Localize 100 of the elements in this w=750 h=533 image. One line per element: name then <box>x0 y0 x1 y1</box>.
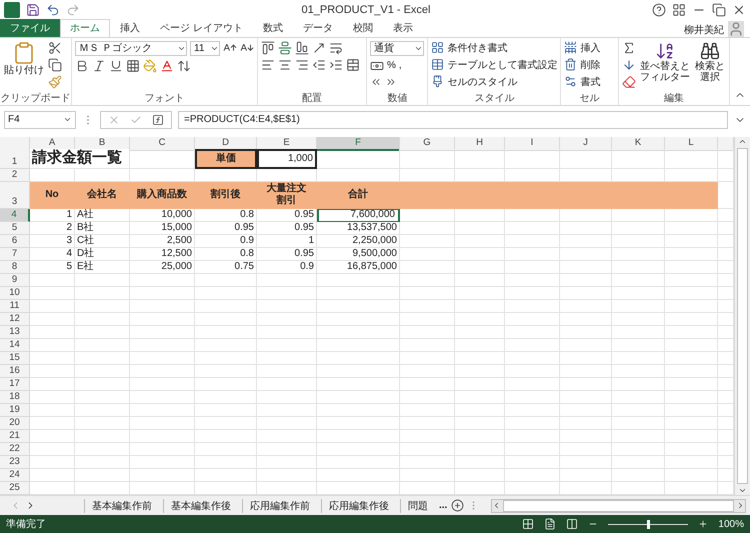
table-cell[interactable] <box>455 208 505 222</box>
table-cell[interactable] <box>455 378 505 391</box>
increase-indent-icon[interactable] <box>329 58 343 72</box>
align-center-icon[interactable] <box>278 58 292 72</box>
font-color-icon[interactable] <box>160 58 174 73</box>
table-cell[interactable]: C社 <box>75 234 130 248</box>
table-cell[interactable] <box>400 286 455 300</box>
table-cell[interactable] <box>400 222 455 235</box>
table-cell[interactable] <box>317 430 400 443</box>
table-cell[interactable] <box>612 416 665 430</box>
fill-icon[interactable] <box>622 58 636 72</box>
table-cell[interactable] <box>257 378 317 391</box>
save-icon[interactable] <box>26 2 40 17</box>
table-cell[interactable] <box>505 300 560 313</box>
table-cell[interactable] <box>195 312 257 326</box>
table-cell[interactable] <box>505 286 560 300</box>
table-cell[interactable] <box>195 364 257 378</box>
table-cell[interactable] <box>317 300 400 313</box>
ribbon-display-icon[interactable] <box>672 2 686 17</box>
file-tab[interactable]: ファイル <box>0 18 60 37</box>
format-icon[interactable] <box>564 75 578 88</box>
column-header[interactable]: I <box>505 136 560 151</box>
table-cell[interactable] <box>560 352 612 365</box>
table-cell[interactable] <box>130 404 195 417</box>
table-cell[interactable] <box>612 326 665 339</box>
row-header[interactable]: 9 <box>0 274 30 287</box>
table-cell[interactable] <box>195 274 257 287</box>
table-cell[interactable] <box>665 260 718 274</box>
table-cell[interactable] <box>560 456 612 469</box>
table-cell[interactable] <box>317 286 400 300</box>
table-cell[interactable] <box>560 390 612 404</box>
table-cell[interactable] <box>560 468 612 482</box>
row-header[interactable]: 6 <box>0 234 30 248</box>
table-cell[interactable] <box>612 468 665 482</box>
table-cell[interactable] <box>560 274 612 287</box>
style-menu-button[interactable]: 条件付き書式 <box>447 40 508 55</box>
table-cell[interactable] <box>257 456 317 469</box>
table-cell[interactable] <box>75 378 130 391</box>
table-cell[interactable] <box>455 390 505 404</box>
table-cell[interactable] <box>665 364 718 378</box>
table-cell[interactable] <box>505 234 560 248</box>
table-cell[interactable] <box>665 286 718 300</box>
number-format-field[interactable]: 通貨 <box>370 40 424 56</box>
table-cell[interactable] <box>612 208 665 222</box>
table-cell[interactable] <box>75 404 130 417</box>
table-cell[interactable] <box>195 468 257 482</box>
cut-icon[interactable] <box>48 40 62 55</box>
table-cell[interactable] <box>665 222 718 235</box>
table-cell[interactable] <box>400 352 455 365</box>
table-cell[interactable] <box>317 390 400 404</box>
table-cell[interactable] <box>505 148 560 169</box>
row-header[interactable]: 25 <box>0 482 30 495</box>
table-cell[interactable] <box>505 430 560 443</box>
table-cell[interactable] <box>30 286 75 300</box>
table-cell[interactable] <box>75 442 130 456</box>
table-cell[interactable]: 0.75 <box>195 260 257 274</box>
ribbon-tab[interactable]: ページ レイアウト <box>150 18 253 37</box>
table-cell[interactable] <box>195 456 257 469</box>
table-cell[interactable] <box>612 430 665 443</box>
table-cell[interactable] <box>665 416 718 430</box>
row-header[interactable]: 17 <box>0 378 30 391</box>
row-header[interactable]: 20 <box>0 416 30 430</box>
table-cell[interactable] <box>400 234 455 248</box>
table-cell[interactable] <box>195 300 257 313</box>
fill-color-icon[interactable] <box>143 58 157 73</box>
table-cell[interactable] <box>257 416 317 430</box>
font-size-field[interactable]: 11 <box>190 40 220 56</box>
clipboard-icon[interactable] <box>12 40 36 65</box>
table-cell[interactable] <box>612 274 665 287</box>
table-cell[interactable] <box>75 338 130 352</box>
table-cell[interactable]: 0.95 <box>257 248 317 261</box>
table-cell[interactable] <box>455 326 505 339</box>
wrap-text-icon[interactable] <box>329 40 343 55</box>
table-cell[interactable] <box>30 338 75 352</box>
table-cell[interactable] <box>612 148 665 169</box>
table-cell[interactable] <box>665 378 718 391</box>
table-cell[interactable] <box>455 148 505 169</box>
style-menu-button[interactable]: テーブルとして書式設定 <box>447 58 558 72</box>
column-header[interactable]: D <box>195 136 257 151</box>
undo-icon[interactable] <box>46 2 60 17</box>
table-cell[interactable] <box>400 430 455 443</box>
horizontal-scrollbar[interactable] <box>491 498 746 513</box>
table-cell[interactable] <box>317 352 400 365</box>
table-cell[interactable]: 0.8 <box>195 208 257 222</box>
table-cell[interactable] <box>455 338 505 352</box>
table-cell[interactable] <box>130 352 195 365</box>
table-cell[interactable] <box>560 404 612 417</box>
table-cell[interactable]: 0.9 <box>257 260 317 274</box>
help-icon[interactable] <box>652 2 666 17</box>
table-cell[interactable] <box>257 300 317 313</box>
table-cell[interactable] <box>612 286 665 300</box>
table-cell[interactable] <box>505 468 560 482</box>
table-cell[interactable] <box>505 312 560 326</box>
border-icon[interactable] <box>126 58 140 73</box>
table-cell[interactable] <box>317 404 400 417</box>
normal-view-icon[interactable] <box>522 518 534 530</box>
row-header[interactable]: 19 <box>0 404 30 417</box>
table-cell[interactable] <box>505 404 560 417</box>
table-cell[interactable] <box>400 326 455 339</box>
ribbon-tab[interactable]: 数式 <box>252 18 293 37</box>
